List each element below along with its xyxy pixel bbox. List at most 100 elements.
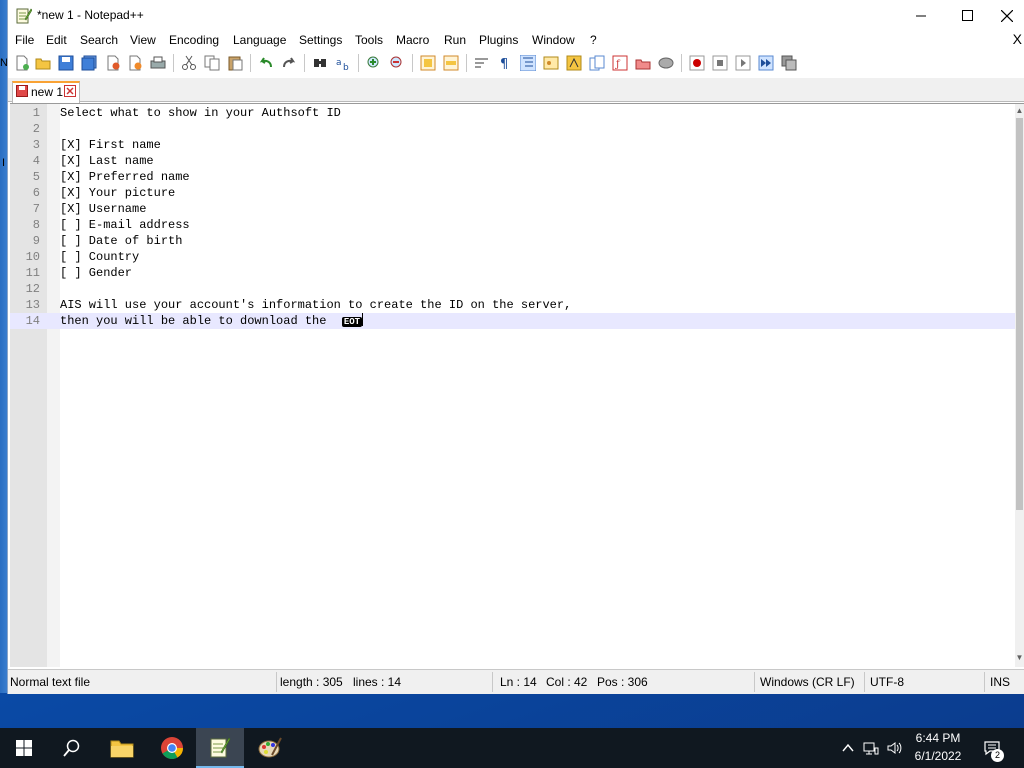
- editor-line[interactable]: 5 [X] Preferred name: [10, 169, 1015, 185]
- function-list-icon[interactable]: ƒ: [612, 55, 628, 71]
- editor-line[interactable]: 11 [ ] Gender: [10, 265, 1015, 281]
- editor-line-current[interactable]: 14 then you will be able to download the…: [10, 313, 1015, 329]
- line-number: 4: [32, 154, 40, 168]
- taskbar-paint[interactable]: [246, 728, 294, 768]
- menu-search[interactable]: Search: [80, 33, 118, 47]
- user-language-icon[interactable]: [543, 55, 559, 71]
- menu-tools[interactable]: Tools: [355, 33, 383, 47]
- monitoring-icon[interactable]: [658, 55, 674, 71]
- toolbar-separator: [681, 54, 682, 72]
- folder-as-workspace-icon[interactable]: [635, 55, 651, 71]
- editor-line[interactable]: 9 [ ] Date of birth: [10, 233, 1015, 249]
- replace-icon[interactable]: ab: [335, 55, 351, 71]
- status-length: length : 305: [280, 675, 343, 689]
- close-all-icon[interactable]: [127, 55, 143, 71]
- network-icon[interactable]: [863, 740, 879, 756]
- menu-help[interactable]: ?: [590, 33, 597, 47]
- menu-file[interactable]: File: [15, 33, 34, 47]
- run-macro-multiple-icon[interactable]: [758, 55, 774, 71]
- search-button[interactable]: [48, 728, 96, 768]
- line-number: 10: [25, 250, 40, 264]
- menu-settings[interactable]: Settings: [299, 33, 342, 47]
- playback-macro-icon[interactable]: [735, 55, 751, 71]
- close-button[interactable]: [990, 0, 1024, 31]
- maximize-button[interactable]: [944, 0, 990, 31]
- line-text: Select what to show in your Authsoft ID: [60, 106, 341, 120]
- sync-horizontal-scroll-icon[interactable]: [443, 55, 459, 71]
- menu-edit[interactable]: Edit: [46, 33, 67, 47]
- word-wrap-icon[interactable]: [474, 55, 490, 71]
- line-text-content: then you will be able to download the: [60, 314, 341, 328]
- show-hidden-icons-icon[interactable]: [840, 740, 856, 756]
- editor-line[interactable]: 13 AIS will use your account's informati…: [10, 297, 1015, 313]
- menu-window[interactable]: Window: [532, 33, 575, 47]
- document-list-icon[interactable]: [589, 55, 605, 71]
- status-eol-format[interactable]: Windows (CR LF): [760, 675, 855, 689]
- taskbar-file-explorer[interactable]: [98, 728, 146, 768]
- menu-encoding[interactable]: Encoding: [169, 33, 219, 47]
- minimize-icon: [915, 15, 926, 17]
- unsaved-document-icon: [16, 85, 28, 97]
- indent-guide-icon[interactable]: [520, 55, 536, 71]
- editor-line[interactable]: 10 [ ] Country: [10, 249, 1015, 265]
- clock-time[interactable]: 6:44 PM: [910, 731, 966, 745]
- editor-line[interactable]: 4 [X] Last name: [10, 153, 1015, 169]
- scrollbar-thumb[interactable]: [1016, 118, 1023, 510]
- menu-view[interactable]: View: [130, 33, 156, 47]
- menu-run[interactable]: Run: [444, 33, 466, 47]
- print-icon[interactable]: [150, 55, 166, 71]
- save-all-icon[interactable]: [81, 55, 97, 71]
- copy-icon[interactable]: [204, 55, 220, 71]
- save-macro-icon[interactable]: [781, 55, 797, 71]
- menu-language[interactable]: Language: [233, 33, 286, 47]
- editor-line[interactable]: 7 [X] Username: [10, 201, 1015, 217]
- find-icon[interactable]: [312, 55, 328, 71]
- paste-icon[interactable]: [227, 55, 243, 71]
- vertical-scrollbar[interactable]: ▲ ▼: [1015, 104, 1024, 667]
- start-button[interactable]: [0, 728, 48, 768]
- volume-icon[interactable]: [886, 740, 902, 756]
- cut-icon[interactable]: [181, 55, 197, 71]
- desktop-background-edge: N I: [0, 0, 8, 693]
- status-separator: [864, 672, 865, 692]
- status-insert-mode[interactable]: INS: [990, 675, 1010, 689]
- scroll-up-arrow-icon[interactable]: ▲: [1015, 106, 1024, 116]
- editor-line[interactable]: 6 [X] Your picture: [10, 185, 1015, 201]
- windows-logo-icon: [16, 740, 32, 756]
- tab-new-1[interactable]: new 1: [12, 81, 80, 103]
- menu-macro[interactable]: Macro: [396, 33, 429, 47]
- sync-vertical-scroll-icon[interactable]: [420, 55, 436, 71]
- close-file-icon[interactable]: [105, 55, 121, 71]
- editor-line[interactable]: 1 Select what to show in your Authsoft I…: [10, 105, 1015, 121]
- editor-line[interactable]: 3 [X] First name: [10, 137, 1015, 153]
- notepad-plus-plus-window: *new 1 - Notepad++ File Edit Search View…: [8, 0, 1024, 694]
- editor-content[interactable]: 1 Select what to show in your Authsoft I…: [10, 104, 1015, 667]
- record-macro-icon[interactable]: [689, 55, 705, 71]
- editor-line[interactable]: 12: [10, 281, 1015, 297]
- open-file-icon[interactable]: [35, 55, 51, 71]
- title-bar[interactable]: *new 1 - Notepad++: [8, 0, 1024, 31]
- undo-icon[interactable]: [258, 55, 274, 71]
- status-separator: [492, 672, 493, 692]
- zoom-out-icon[interactable]: [389, 55, 405, 71]
- taskbar-notepad-plus-plus[interactable]: [196, 728, 244, 768]
- document-map-icon[interactable]: [566, 55, 582, 71]
- stop-recording-icon[interactable]: [712, 55, 728, 71]
- show-all-characters-icon[interactable]: ¶: [497, 55, 513, 71]
- minimize-button[interactable]: [898, 0, 944, 31]
- menu-plugins[interactable]: Plugins: [479, 33, 518, 47]
- editor-line[interactable]: 2: [10, 121, 1015, 137]
- text-editor[interactable]: 1 Select what to show in your Authsoft I…: [10, 103, 1024, 667]
- close-document-button[interactable]: X: [1013, 31, 1022, 47]
- status-encoding[interactable]: UTF-8: [870, 675, 904, 689]
- redo-icon[interactable]: [281, 55, 297, 71]
- editor-line[interactable]: 8 [ ] E-mail address: [10, 217, 1015, 233]
- tab-close-icon[interactable]: [64, 85, 76, 97]
- zoom-in-icon[interactable]: [366, 55, 382, 71]
- scroll-down-arrow-icon[interactable]: ▼: [1015, 653, 1024, 663]
- save-icon[interactable]: [58, 55, 74, 71]
- new-file-icon[interactable]: [14, 55, 30, 71]
- clock-date[interactable]: 6/1/2022: [910, 749, 966, 763]
- taskbar-chrome[interactable]: [148, 728, 196, 768]
- line-number: 6: [32, 186, 40, 200]
